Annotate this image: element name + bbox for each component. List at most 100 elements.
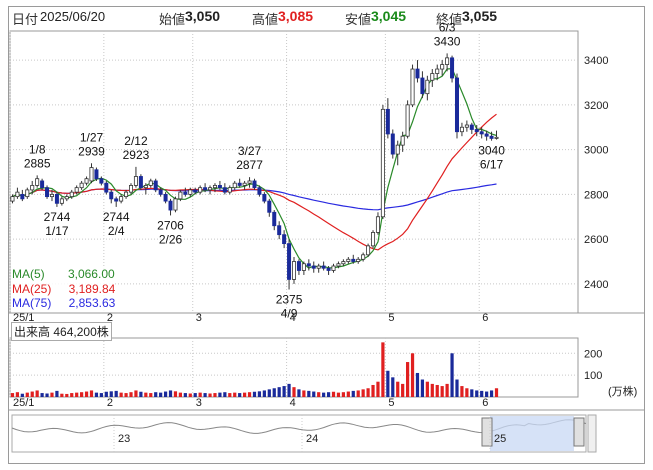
volume-bar — [65, 393, 69, 397]
volume-bar — [60, 393, 64, 397]
volume-bar — [50, 392, 54, 397]
month-tick-label: 2 — [107, 397, 113, 409]
candle-body — [469, 124, 474, 130]
candle-body — [64, 196, 69, 200]
volume-bar — [425, 381, 429, 397]
candle-body — [277, 225, 282, 236]
volume-bar — [415, 372, 420, 397]
candle-body — [124, 191, 129, 198]
volume-bar — [470, 389, 474, 397]
candle-body — [282, 234, 287, 245]
volume-bar — [233, 392, 237, 397]
candle-body — [380, 108, 385, 218]
candle-body — [346, 258, 351, 262]
volume-bar — [465, 388, 469, 397]
volume-bar — [396, 381, 400, 397]
candle-body — [430, 73, 435, 81]
candle-body — [148, 180, 153, 186]
volume-bar — [80, 392, 84, 397]
candle-body — [168, 200, 173, 211]
candle-body — [54, 193, 59, 204]
volume-bar — [440, 386, 444, 397]
annotation-date: 2/26 — [159, 232, 183, 246]
candle-body — [222, 187, 227, 193]
annotation-value: 2877 — [236, 158, 263, 172]
volume-bar — [257, 391, 262, 397]
month-tick-label: 6 — [482, 312, 488, 324]
candle-body — [316, 265, 321, 269]
volume-bar — [326, 392, 331, 397]
volume-bar — [99, 393, 103, 397]
candle-body — [109, 191, 114, 200]
candle-body — [30, 185, 35, 191]
candle-body — [375, 216, 380, 233]
volume-bar — [450, 353, 454, 397]
candle-body — [94, 169, 99, 180]
candle-body — [59, 198, 64, 204]
volume-bar — [183, 393, 187, 397]
candle-body — [158, 189, 163, 195]
candle-body — [232, 182, 237, 189]
volume-bar — [475, 390, 479, 397]
volume-bar — [154, 392, 158, 397]
candle-body — [306, 263, 311, 267]
price-tick-label: 3200 — [584, 100, 608, 112]
volume-bar — [228, 393, 232, 397]
volume-bar — [371, 384, 375, 397]
overview-left-handle[interactable] — [481, 417, 493, 447]
volume-bar — [149, 393, 153, 397]
volume-bar — [114, 390, 118, 397]
candle-body — [331, 265, 336, 271]
legend-ma25: MA(25) 3,189.84 — [12, 281, 116, 296]
month-tick-label: 3 — [196, 312, 202, 324]
volume-bar — [252, 391, 257, 397]
volume-bar — [494, 388, 499, 397]
volume-bar — [277, 387, 281, 397]
candle-body — [49, 193, 54, 198]
candle-body — [183, 191, 188, 195]
candle-body — [252, 180, 257, 189]
overview-year-label: 23 — [118, 433, 130, 445]
candle-body — [227, 187, 232, 193]
annotation-date: 4/9 — [281, 307, 298, 321]
annotation-value: 3430 — [434, 34, 461, 48]
annotation-value: 2706 — [157, 218, 184, 232]
volume-bar — [322, 392, 326, 397]
volume-bar — [84, 391, 89, 397]
volume-tick-label: 100 — [584, 370, 602, 382]
volume-bar — [341, 392, 345, 397]
price-tick-label: 3400 — [584, 55, 608, 67]
volume-bar — [391, 377, 395, 397]
candle-body — [474, 129, 479, 133]
volume-bar — [173, 391, 178, 397]
overview-right-handle[interactable] — [573, 417, 585, 447]
ma-legend: MA(5) 3,066.00 MA(25) 3,189.84 MA(75) 2,853… — [12, 267, 116, 311]
price-tick-label: 2800 — [584, 189, 608, 201]
overview-scroll-right[interactable] — [587, 414, 597, 453]
candle-body — [99, 178, 104, 184]
candle-body — [326, 267, 331, 271]
candle-body — [385, 108, 390, 135]
candle-body — [336, 263, 341, 267]
volume-bar — [410, 353, 415, 397]
candle-body — [143, 185, 148, 189]
month-tick-label: 5 — [388, 397, 394, 409]
volume-bar — [287, 383, 291, 397]
annotation-date: 2/12 — [124, 134, 148, 148]
candle-body — [163, 193, 168, 202]
candle-body — [291, 261, 297, 280]
candle-body — [366, 245, 371, 256]
candle-body — [400, 135, 405, 146]
candle-body — [484, 133, 489, 137]
annotation-date: 6/17 — [480, 158, 504, 172]
annotation-date: 2/4 — [108, 224, 125, 238]
volume-bar — [159, 392, 163, 397]
candle-body — [361, 254, 366, 260]
candle-body — [188, 189, 193, 195]
volume-bar — [445, 383, 449, 397]
candle-body — [25, 189, 30, 198]
annotation-date: 3/27 — [238, 144, 262, 158]
volume-bar — [94, 392, 99, 397]
volume-bar — [267, 389, 271, 397]
volume-bar — [317, 392, 321, 397]
